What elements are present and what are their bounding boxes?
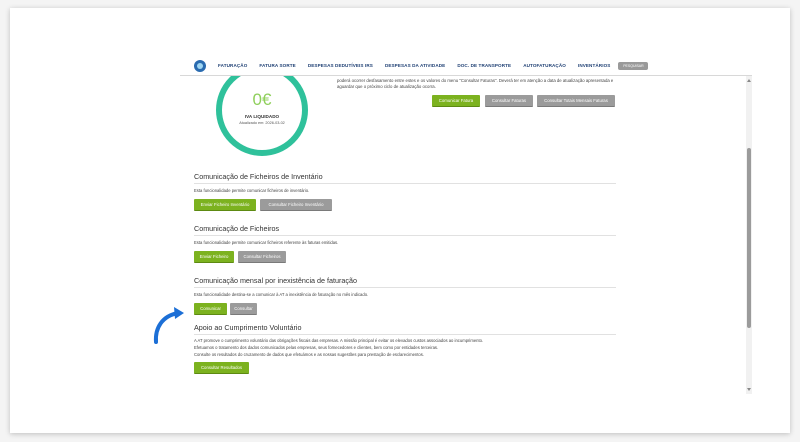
enviar-ficheiro-button[interactable]: Enviar Ficheiro — [194, 251, 234, 263]
consultar-faturas-button[interactable]: Consultar Faturas — [485, 95, 533, 107]
browser-viewport: FATURAÇÃO FATURA SORTE DESPESAS DEDUTÍVE… — [180, 56, 752, 394]
section-divider — [194, 287, 616, 288]
section-title-apoio: Apoio ao Cumprimento Voluntário — [194, 323, 302, 332]
nav-item-despesas-atividade[interactable]: DESPESAS DA ATIVIDADE — [379, 63, 451, 68]
nav-item-despesas-irs[interactable]: DESPESAS DEDUTÍVEIS IRS — [302, 63, 379, 68]
enviar-ficheiro-inventario-button[interactable]: Enviar Ficheiro Inventário — [194, 199, 256, 211]
iva-updated-date: Atualizado em: 2026-03-02 — [239, 121, 285, 125]
section-desc-inexistencia: Esta funcionalidade destina-se a comunic… — [194, 292, 369, 297]
main-content: 0€ IVA LIQUIDADO Atualizado em: 2026-03-… — [180, 76, 746, 394]
consultar-ficheiros-button[interactable]: Consultar Ficheiros — [238, 251, 286, 263]
iva-label: IVA LIQUIDADO — [244, 114, 280, 119]
section-desc-inventario: Esta funcionalidade permite comunicar fi… — [194, 188, 310, 193]
search-button[interactable]: PESQUISAR — [618, 61, 649, 70]
section-desc-apoio-line-3: Consulte os resultados do cruzamento de … — [194, 352, 424, 357]
comunicar-fatura-button[interactable]: Comunicar Fatura — [432, 95, 480, 107]
consultar-ficheiro-inventario-button[interactable]: Consultar Ficheiro Inventário — [260, 199, 332, 211]
consultar-totais-mensais-button[interactable]: Consultar Totais Mensais Faturas — [537, 95, 615, 107]
section-divider — [194, 334, 616, 335]
comunicar-inexistencia-button[interactable]: Comunicar — [194, 303, 227, 315]
section-divider — [194, 183, 616, 184]
iva-summary-ring: 0€ IVA LIQUIDADO Atualizado em: 2026-03-… — [216, 76, 308, 156]
scroll-up-icon[interactable] — [747, 79, 751, 82]
section-title-ficheiros: Comunicação de Ficheiros — [194, 224, 280, 233]
nav-item-fatura-sorte[interactable]: FATURA SORTE — [253, 63, 301, 68]
consultar-resultados-button[interactable]: Consultar Resultados — [194, 362, 249, 374]
scroll-thumb[interactable] — [747, 148, 751, 328]
section-desc-apoio-line-2: Efetuamos o tratamento dos dados comunic… — [194, 345, 439, 350]
nav-item-inventarios[interactable]: INVENTÁRIOS — [572, 63, 617, 68]
vertical-scrollbar[interactable] — [746, 76, 752, 394]
section-desc-apoio-line-1: A AT promove o cumprimento voluntário da… — [194, 338, 484, 343]
section-desc-ficheiros: Esta funcionalidade permite comunicar fi… — [194, 240, 339, 245]
section-divider — [194, 235, 616, 236]
nav-item-faturacao[interactable]: FATURAÇÃO — [212, 63, 253, 68]
section-title-inventario: Comunicação de Ficheiros de Inventário — [194, 172, 323, 181]
top-navbar: FATURAÇÃO FATURA SORTE DESPESAS DEDUTÍVE… — [180, 56, 752, 76]
curved-arrow-icon — [153, 307, 184, 344]
section-title-inexistencia: Comunicação mensal por inexistência de f… — [194, 276, 358, 285]
nav-item-doc-transporte[interactable]: DOC. DE TRANSPORTE — [451, 63, 517, 68]
at-logo-icon[interactable] — [194, 59, 206, 72]
screenshot-frame: FATURAÇÃO FATURA SORTE DESPESAS DEDUTÍVE… — [10, 8, 790, 433]
intro-text: poderá ocorrer desfasamento entre estes … — [337, 78, 614, 90]
nav-item-autofaturacao[interactable]: AUTOFATURAÇÃO — [517, 63, 572, 68]
scroll-down-icon[interactable] — [747, 388, 751, 391]
consultar-inexistencia-button[interactable]: Consultar — [230, 303, 257, 315]
iva-value: 0€ — [252, 90, 272, 109]
